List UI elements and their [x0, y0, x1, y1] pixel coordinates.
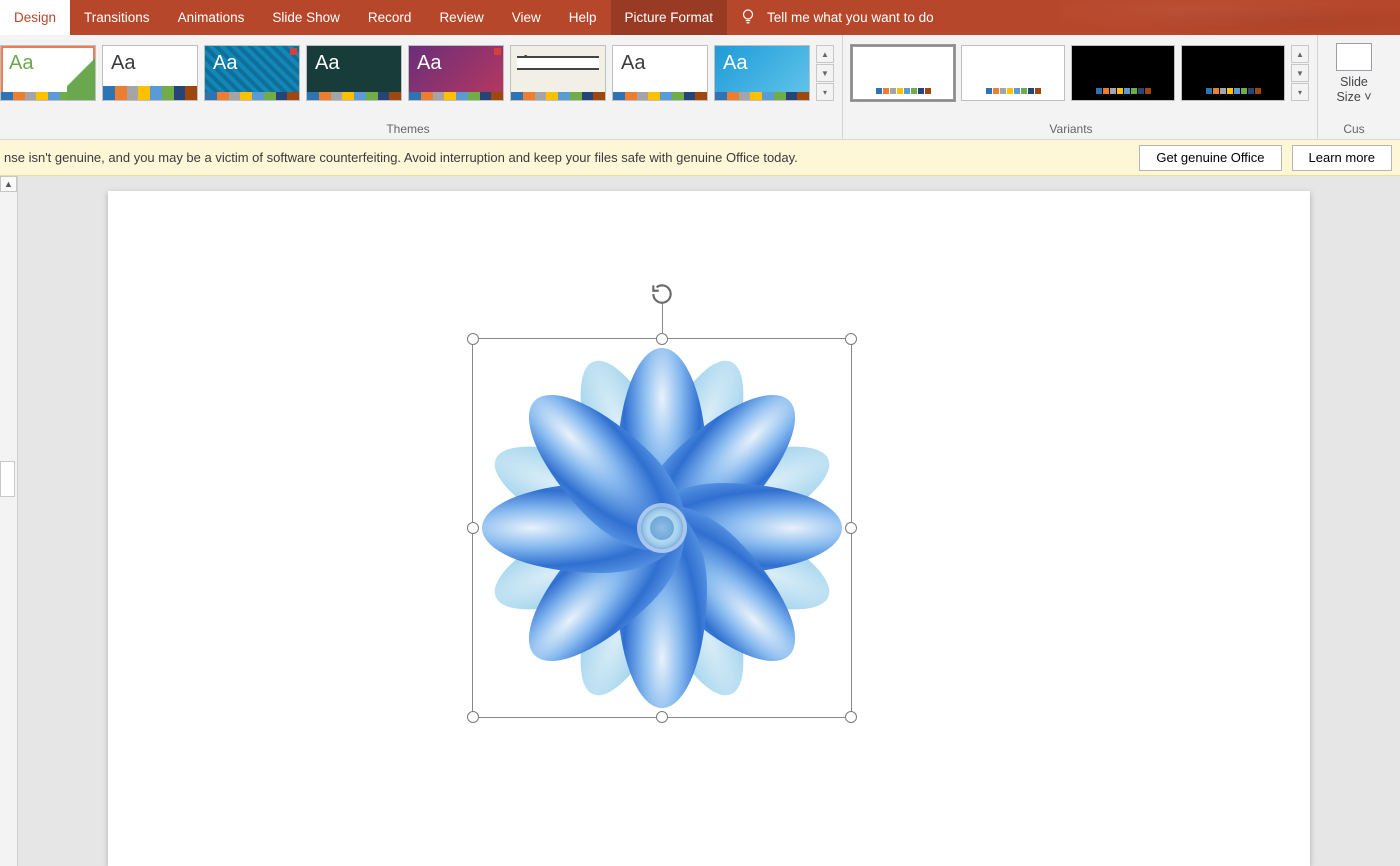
variant-swatches	[1096, 88, 1151, 94]
license-notice-bar: nse isn't genuine, and you may be a vict…	[0, 140, 1400, 176]
theme-thumb-2[interactable]: Aa	[204, 45, 300, 101]
resize-handle-t[interactable]	[656, 333, 668, 345]
theme-color-stripe	[205, 92, 299, 100]
tab-picture-format[interactable]: Picture Format	[611, 0, 728, 35]
resize-handle-r[interactable]	[845, 522, 857, 534]
theme-color-stripe	[409, 92, 503, 100]
theme-aa-label: Aa	[307, 46, 401, 75]
variants-more[interactable]: ▾	[1291, 83, 1309, 101]
theme-banner	[517, 56, 599, 70]
tell-me-search[interactable]: Tell me what you want to do	[727, 0, 946, 35]
get-genuine-office-button[interactable]: Get genuine Office	[1139, 145, 1281, 171]
group-label-themes: Themes	[0, 122, 816, 140]
tab-view[interactable]: View	[498, 0, 555, 35]
resize-handle-b[interactable]	[656, 711, 668, 723]
thumbnail-placeholder	[0, 461, 15, 497]
ribbon-body: AaAaAaAaAaAaAaAa Themes ▲ ▼ ▾ Variants ▲…	[0, 35, 1400, 140]
group-themes: AaAaAaAaAaAaAaAa Themes	[0, 35, 816, 140]
theme-thumb-5[interactable]: Aa	[510, 45, 606, 101]
group-separator	[842, 35, 843, 139]
variant-thumb-2[interactable]	[1071, 45, 1175, 101]
themes-scroll-down[interactable]: ▼	[816, 64, 834, 82]
resize-handle-br[interactable]	[845, 711, 857, 723]
slide-size-label1: Slide	[1340, 75, 1368, 90]
variant-thumb-3[interactable]	[1181, 45, 1285, 101]
group-customize: Slide Size ˅ Cus	[1326, 35, 1378, 140]
themes-more[interactable]: ▾	[816, 83, 834, 101]
tell-me-placeholder: Tell me what you want to do	[767, 10, 934, 25]
theme-thumb-1[interactable]: Aa	[102, 45, 198, 101]
variants-scroll-down[interactable]: ▼	[1291, 64, 1309, 82]
tab-design[interactable]: Design	[0, 0, 70, 35]
slide-thumbnails-pane[interactable]: ▲	[0, 176, 18, 866]
theme-color-stripe	[511, 92, 605, 100]
theme-thumb-6[interactable]: Aa	[612, 45, 708, 101]
theme-aa-label: Aa	[409, 46, 503, 75]
variants-scroll: ▲ ▼ ▾	[1291, 45, 1309, 101]
theme-color-stripe	[715, 92, 809, 100]
learn-more-button[interactable]: Learn more	[1292, 145, 1392, 171]
slide-size-label2: Size ˅	[1336, 90, 1371, 105]
flower-center	[641, 507, 683, 549]
variant-thumb-1[interactable]	[961, 45, 1065, 101]
tab-record[interactable]: Record	[354, 0, 426, 35]
variant-thumb-0[interactable]	[851, 45, 955, 101]
slide-size-button[interactable]: Slide Size ˅	[1336, 43, 1372, 105]
resize-handle-l[interactable]	[467, 522, 479, 534]
theme-color-stripe	[103, 86, 197, 100]
theme-thumb-7[interactable]: Aa	[714, 45, 810, 101]
flower-picture[interactable]	[473, 339, 851, 717]
rotate-handle[interactable]	[649, 283, 675, 309]
tab-animations[interactable]: Animations	[164, 0, 259, 35]
work-area: ▲	[0, 176, 1400, 866]
resize-handle-bl[interactable]	[467, 711, 479, 723]
tab-help[interactable]: Help	[555, 0, 611, 35]
group-separator	[1317, 35, 1318, 139]
slide[interactable]	[108, 191, 1310, 866]
theme-aa-label: Aa	[103, 46, 197, 75]
theme-thumb-0[interactable]: Aa	[0, 45, 96, 101]
pin-icon	[290, 48, 297, 55]
theme-accent	[67, 46, 95, 100]
variants-scroll-up[interactable]: ▲	[1291, 45, 1309, 63]
themes-scroll-up[interactable]: ▲	[816, 45, 834, 63]
resize-handle-tr[interactable]	[845, 333, 857, 345]
theme-aa-label: Aa	[205, 46, 299, 75]
slide-size-icon	[1336, 43, 1372, 71]
theme-aa-label: Aa	[613, 46, 707, 75]
variant-swatches	[986, 88, 1041, 94]
pin-icon	[494, 48, 501, 55]
ribbon-tabs: Design Transitions Animations Slide Show…	[0, 0, 1400, 35]
variant-swatches	[1206, 88, 1261, 94]
themes-scroll: ▲ ▼ ▾	[816, 45, 834, 101]
variant-swatches	[876, 88, 931, 94]
rotate-icon	[649, 281, 675, 312]
themes-gallery: AaAaAaAaAaAaAaAa	[0, 35, 816, 101]
variants-gallery	[851, 35, 1291, 101]
theme-thumb-4[interactable]: Aa	[408, 45, 504, 101]
group-variants: Variants	[851, 35, 1291, 140]
group-label-variants: Variants	[851, 122, 1291, 140]
theme-aa-label: Aa	[715, 46, 809, 75]
tab-transitions[interactable]: Transitions	[70, 0, 164, 35]
theme-color-stripe	[613, 92, 707, 100]
lightbulb-icon	[739, 7, 757, 28]
slide-canvas-area[interactable]	[18, 176, 1400, 866]
theme-thumb-3[interactable]: Aa	[306, 45, 402, 101]
picture-selection-box[interactable]	[472, 338, 852, 718]
theme-color-stripe	[307, 92, 401, 100]
group-label-customize: Cus	[1343, 122, 1364, 140]
tab-review[interactable]: Review	[425, 0, 497, 35]
resize-handle-tl[interactable]	[467, 333, 479, 345]
thumbnails-scroll-up[interactable]: ▲	[0, 176, 17, 192]
license-notice-text: nse isn't genuine, and you may be a vict…	[0, 150, 798, 165]
tab-slideshow[interactable]: Slide Show	[258, 0, 354, 35]
